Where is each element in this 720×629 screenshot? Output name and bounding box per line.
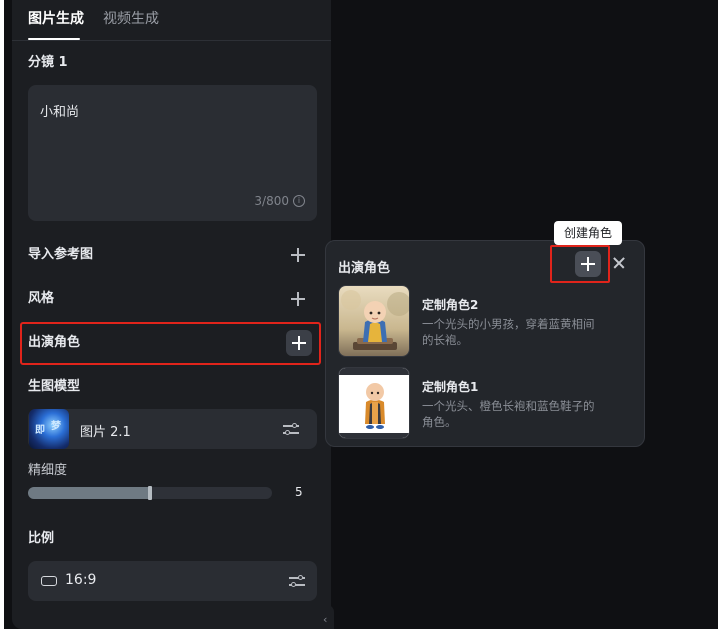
popover-title: 出演角色: [338, 261, 391, 276]
prompt-text[interactable]: 小和尚: [40, 101, 79, 120]
ratio-selector[interactable]: 16:9: [28, 561, 317, 601]
monk-boy-illustration: [339, 286, 409, 356]
collapse-panel-handle[interactable]: ‹: [320, 605, 334, 629]
style-label: 风格: [28, 291, 55, 306]
create-character-tooltip: 创建角色: [554, 221, 622, 245]
detail-slider-fill: [28, 487, 150, 499]
char-counter-text: 3/800: [254, 194, 289, 208]
reference-image-label: 导入参考图: [28, 247, 94, 262]
character-item[interactable]: 定制角色2 一个光头的小男孩，穿着蓝黄相间的长袍。: [338, 285, 638, 357]
add-reference-image-button[interactable]: [289, 246, 307, 264]
character-item[interactable]: 定制角色1 一个光头、橙色长袍和蓝色鞋子的角色。: [338, 367, 638, 439]
detail-value: 5: [295, 485, 303, 499]
character-name: 定制角色2: [422, 298, 479, 312]
cast-row-highlight: [20, 322, 321, 365]
tab-image-generation[interactable]: 图片生成: [28, 10, 84, 28]
model-thumbnail: 即 梦: [29, 409, 69, 449]
model-name: 图片 2.1: [80, 425, 131, 440]
info-icon[interactable]: i: [293, 195, 305, 207]
detail-label: 精细度: [28, 463, 68, 478]
character-description: 一个光头、橙色长袍和蓝色鞋子的角色。: [422, 399, 595, 429]
detail-slider-handle[interactable]: [148, 486, 152, 500]
chevron-left-icon: ‹: [323, 613, 328, 626]
ratio-value: 16:9: [65, 572, 97, 588]
aspect-ratio-icon: [41, 576, 57, 586]
model-settings-icon[interactable]: [283, 422, 299, 436]
monk-figure-illustration: [339, 368, 409, 438]
active-tab-indicator: [28, 38, 80, 40]
generation-panel: 图片生成 视频生成 分镜 1 小和尚 3/800 i 导入参考图 风格 出演角色…: [12, 0, 331, 629]
model-selector[interactable]: 即 梦 图片 2.1: [28, 409, 317, 449]
tab-bar: 图片生成 视频生成: [12, 0, 331, 41]
prompt-input[interactable]: 小和尚 3/800 i: [28, 85, 317, 221]
model-label: 生图模型: [28, 379, 81, 394]
tab-video-generation[interactable]: 视频生成: [103, 10, 159, 28]
detail-slider[interactable]: [28, 486, 272, 500]
character-thumbnail: [338, 367, 410, 439]
close-icon[interactable]: [612, 256, 626, 270]
character-thumbnail: [338, 285, 410, 357]
character-description: 一个光头的小男孩，穿着蓝黄相间的长袍。: [422, 317, 595, 347]
ratio-settings-icon[interactable]: [289, 574, 305, 588]
add-cast-button[interactable]: [286, 330, 312, 356]
char-counter: 3/800 i: [254, 194, 305, 208]
ratio-label: 比例: [28, 531, 55, 546]
add-style-button[interactable]: [289, 290, 307, 308]
create-character-highlight: [550, 245, 610, 283]
character-name: 定制角色1: [422, 380, 479, 394]
storyboard-label: 分镜 1: [28, 55, 68, 70]
